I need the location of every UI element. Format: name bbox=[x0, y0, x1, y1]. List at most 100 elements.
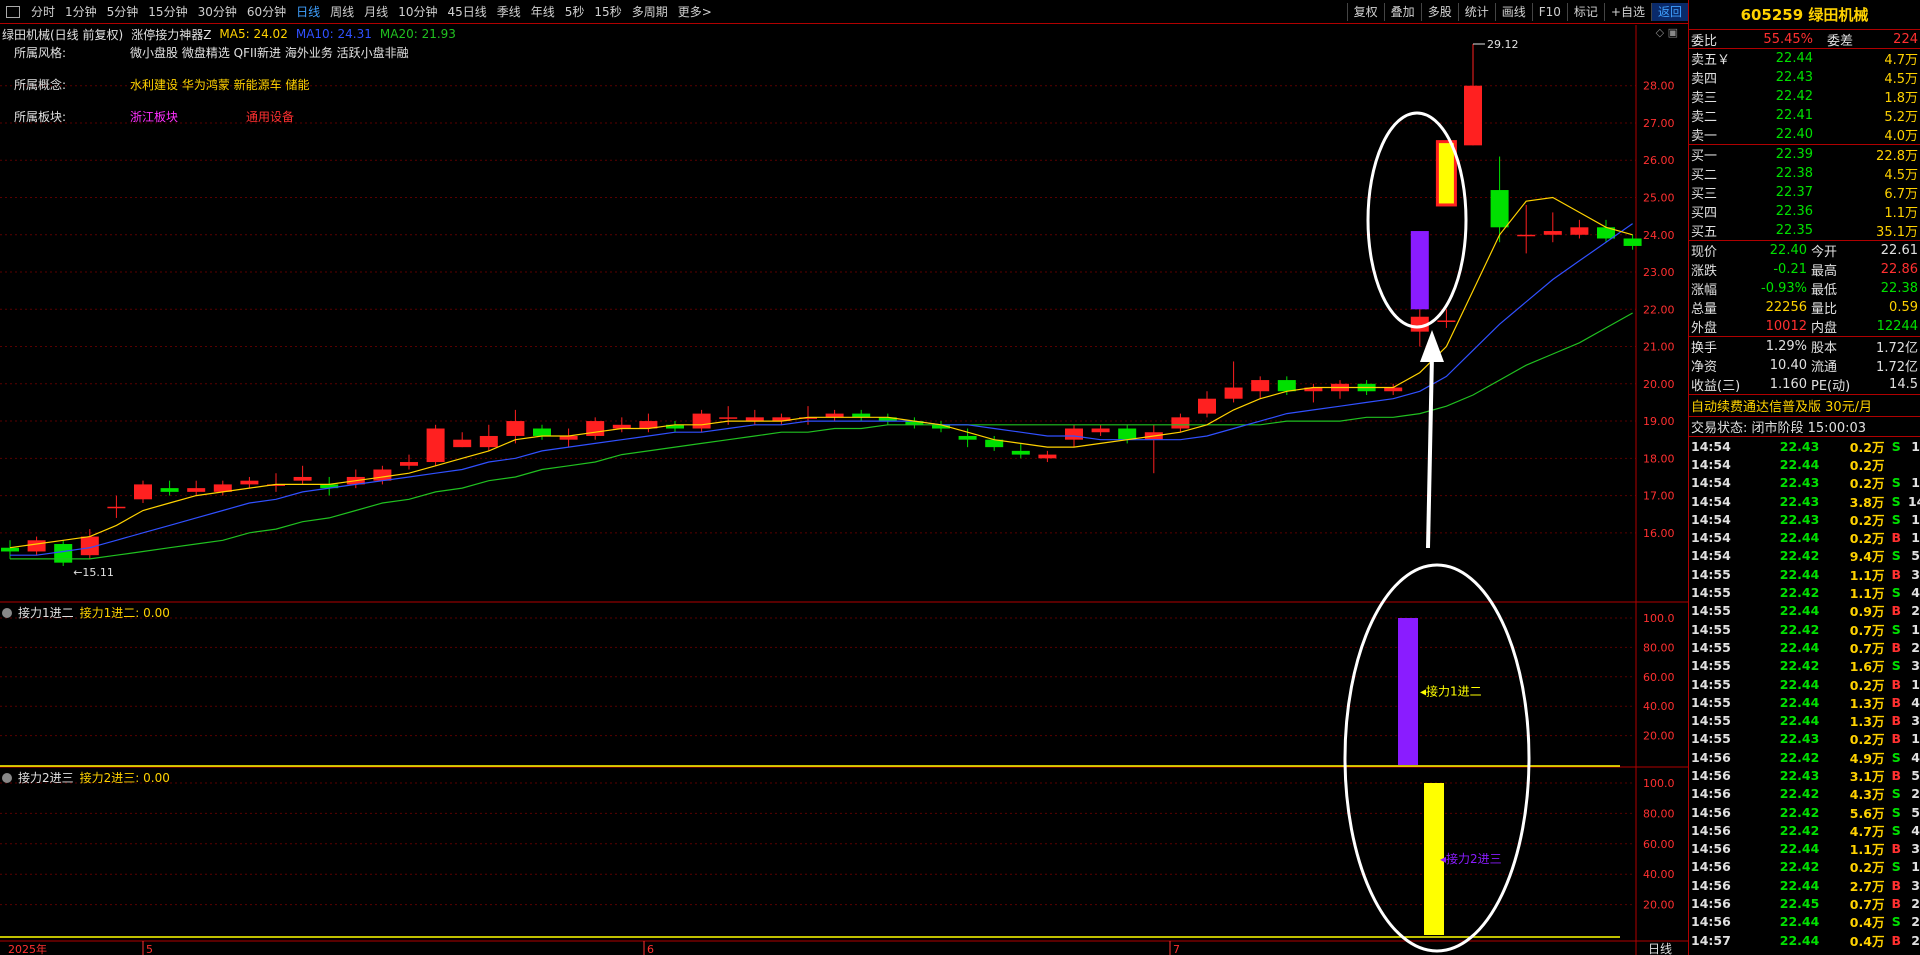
tick-cell-1: 22.43 bbox=[1779, 493, 1820, 509]
tick-row: 14:56 22.45 0.7万 B 2 bbox=[1689, 894, 1920, 912]
tick-cell-3: B bbox=[1891, 676, 1902, 692]
tab-1[interactable]: 1分钟 bbox=[60, 3, 102, 20]
tick-row: 14:54 22.43 0.2万 S 1 bbox=[1689, 474, 1920, 492]
tick-row: 14:55 22.42 0.7万 S 1 bbox=[1689, 620, 1920, 638]
tick-cell-3: B bbox=[1891, 530, 1902, 546]
tick-cell-1: 22.44 bbox=[1779, 932, 1820, 948]
bid-row-2: 买三 22.37 6.7万 bbox=[1689, 183, 1920, 202]
subscription-banner[interactable]: 自动续费通达信普及版 30元/月 bbox=[1689, 395, 1920, 417]
tick-cell-3: S bbox=[1891, 438, 1901, 454]
tick-cell-4: 1 bbox=[1911, 621, 1920, 637]
price-tick-label: 23.00 bbox=[1643, 266, 1675, 279]
tab-11[interactable]: 季线 bbox=[492, 3, 526, 20]
signal1-bar bbox=[1410, 231, 1429, 310]
toolbar-button-0[interactable]: 复权 bbox=[1346, 3, 1384, 21]
sector-value-zhejiang[interactable]: 浙江板块 bbox=[130, 108, 246, 125]
candle-body bbox=[160, 488, 179, 492]
collapse-icon[interactable] bbox=[2, 772, 12, 783]
tick-row: 14:55 22.44 1.1万 B 3 bbox=[1689, 565, 1920, 583]
tab-15[interactable]: 多周期 bbox=[627, 3, 673, 20]
stat-row-4-cell-2: 内盘 bbox=[1811, 321, 1838, 336]
tab-12[interactable]: 年线 bbox=[526, 3, 560, 20]
price-tick-label: 19.00 bbox=[1643, 415, 1675, 428]
ask-row-1-price: 22.43 bbox=[1775, 70, 1813, 85]
tab-5[interactable]: 60分钟 bbox=[242, 3, 291, 20]
menu-icon[interactable] bbox=[6, 5, 20, 18]
weibi-row: 委比 55.45% 委差 224 bbox=[1689, 30, 1920, 49]
tick-cell-3: S bbox=[1891, 914, 1901, 930]
ask-row-1: 卖四 22.43 4.5万 bbox=[1689, 68, 1920, 87]
sub1-tick-label: 60.00 bbox=[1643, 671, 1675, 684]
tab-0[interactable]: 分时 bbox=[26, 3, 60, 20]
candle-body bbox=[1543, 231, 1562, 235]
ask-row-0-volume: 4.7万 bbox=[1884, 53, 1918, 68]
tick-cell-4: 2 bbox=[1911, 639, 1920, 655]
tick-cell-1: 22.44 bbox=[1779, 456, 1820, 472]
weibi-value: 55.45% bbox=[1763, 31, 1813, 47]
tick-cell-4: 3 bbox=[1911, 658, 1920, 674]
tab-9[interactable]: 10分钟 bbox=[393, 3, 442, 20]
stat2-row-0-cell-0: 换手 bbox=[1691, 341, 1718, 356]
toolbar-button-6[interactable]: 标记 bbox=[1566, 3, 1604, 21]
tab-8[interactable]: 月线 bbox=[359, 3, 393, 20]
candle-body bbox=[1065, 428, 1083, 440]
tick-cell-0: 14:55 bbox=[1691, 639, 1731, 655]
candle-body bbox=[1277, 380, 1296, 392]
tick-cell-3: S bbox=[1891, 511, 1901, 527]
tick-cell-0: 14:55 bbox=[1691, 713, 1731, 729]
ask-row-2: 卖三 22.42 1.8万 bbox=[1689, 87, 1920, 106]
tick-row: 14:56 22.43 3.1万 B 5 bbox=[1689, 766, 1920, 784]
tab-16[interactable]: 更多> bbox=[673, 3, 717, 20]
tab-14[interactable]: 15秒 bbox=[589, 3, 626, 20]
tab-3[interactable]: 15分钟 bbox=[143, 3, 192, 20]
stat2-row-1-cell-0: 净资 bbox=[1691, 360, 1718, 375]
toolbar-button-7[interactable]: +自选 bbox=[1603, 3, 1651, 21]
bid-row-3-label: 买四 bbox=[1691, 206, 1718, 221]
tab-13[interactable]: 5秒 bbox=[560, 3, 590, 20]
tick-list[interactable]: 14:54 22.43 0.2万 S 1 14:54 22.44 0.2万 14:54 22.43… bbox=[1689, 437, 1920, 949]
right-toolbar: 复权 叠加 多股 统计 画线 F10 标记 +自选 返回 bbox=[1346, 0, 1688, 24]
tick-cell-2: 0.2万 bbox=[1849, 732, 1885, 748]
tick-row: 14:54 22.43 0.2万 S 1 bbox=[1689, 510, 1920, 528]
tick-cell-2: 0.4万 bbox=[1849, 915, 1885, 931]
quote-title: 605259 绿田机械 bbox=[1689, 0, 1920, 30]
collapse-icon[interactable] bbox=[2, 607, 12, 618]
stat2-row-0: 换手 1.29% 股本 1.72亿 bbox=[1689, 337, 1920, 356]
chart-window-buttons[interactable]: ◇ ▣ bbox=[1656, 26, 1678, 39]
toolbar-button-5[interactable]: F10 bbox=[1531, 3, 1567, 21]
tick-cell-4: 3 bbox=[1911, 877, 1920, 893]
toolbar-button-8[interactable]: 返回 bbox=[1650, 3, 1688, 21]
tick-cell-0: 14:55 bbox=[1691, 731, 1731, 747]
tick-row: 14:56 22.42 0.2万 S 1 bbox=[1689, 858, 1920, 876]
tick-cell-0: 14:56 bbox=[1691, 896, 1731, 912]
toolbar-button-2[interactable]: 多股 bbox=[1420, 3, 1458, 21]
tab-4[interactable]: 30分钟 bbox=[193, 3, 242, 20]
sector-value-equipment[interactable]: 通用设备 bbox=[246, 108, 294, 125]
toolbar-button-1[interactable]: 叠加 bbox=[1383, 3, 1421, 21]
candle-body bbox=[692, 413, 711, 429]
candle-body bbox=[453, 439, 472, 448]
candle-body bbox=[1490, 190, 1509, 228]
tick-cell-1: 22.44 bbox=[1779, 713, 1820, 729]
tdx-window: 28.00 27.00 26.00 25.00 24.00 23.00 22.00 21.00… bbox=[0, 0, 1920, 955]
chart-canvas[interactable]: 28.00 27.00 26.00 25.00 24.00 23.00 22.00 21.00… bbox=[0, 0, 1688, 955]
tab-2[interactable]: 5分钟 bbox=[102, 3, 144, 20]
stat-row-4-cell-3: 12244 bbox=[1876, 319, 1918, 334]
tick-cell-4: 5 bbox=[1911, 548, 1920, 564]
tab-6[interactable]: 日线 bbox=[291, 3, 325, 20]
tick-cell-4: 4 bbox=[1911, 822, 1920, 838]
bid-row-2-volume: 6.7万 bbox=[1884, 187, 1918, 202]
tick-cell-2: 4.9万 bbox=[1849, 750, 1885, 766]
tab-10[interactable]: 45日线 bbox=[442, 3, 491, 20]
tab-7[interactable]: 周线 bbox=[325, 3, 359, 20]
toolbar-button-4[interactable]: 画线 bbox=[1494, 3, 1532, 21]
indicator-name[interactable]: 涨停接力神器Z bbox=[131, 26, 211, 43]
tick-cell-0: 14:54 bbox=[1691, 548, 1731, 564]
quote-panel: 605259 绿田机械 委比 55.45% 委差 224 卖五￥ 22.44 4.7… bbox=[1688, 0, 1920, 955]
tick-cell-1: 22.44 bbox=[1779, 914, 1820, 930]
tick-cell-4: 3 bbox=[1911, 841, 1920, 857]
stat-row-3-cell-0: 总量 bbox=[1691, 302, 1718, 317]
stat-row-1-cell-1: -0.21 bbox=[1773, 262, 1807, 277]
tick-cell-3: B bbox=[1891, 713, 1902, 729]
toolbar-button-3[interactable]: 统计 bbox=[1457, 3, 1495, 21]
